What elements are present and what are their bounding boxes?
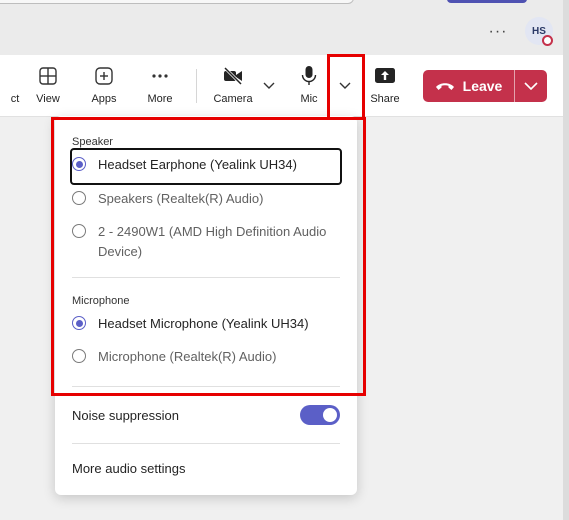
microphone-icon bbox=[298, 65, 320, 87]
highlight-box-chevron bbox=[327, 54, 365, 120]
leave-button[interactable]: Leave bbox=[423, 70, 514, 102]
more-audio-settings-link[interactable]: More audio settings bbox=[72, 461, 185, 476]
noise-suppression-label: Noise suppression bbox=[72, 408, 179, 423]
share-button[interactable]: Share bbox=[359, 65, 411, 105]
more-options-icon[interactable]: ··· bbox=[488, 22, 508, 42]
leave-button-group: Leave bbox=[423, 70, 547, 102]
camera-button[interactable]: Camera bbox=[207, 65, 259, 105]
section-divider bbox=[72, 443, 340, 444]
top-accent-button[interactable] bbox=[447, 0, 527, 3]
more-button[interactable]: More bbox=[134, 65, 186, 105]
mic-label: Mic bbox=[300, 93, 318, 105]
highlight-box-devices bbox=[51, 117, 366, 396]
meeting-toolbar: ct View Apps More Camera Mic Share Leave bbox=[0, 55, 569, 117]
toolbar-divider bbox=[196, 69, 197, 103]
react-icon bbox=[0, 65, 11, 87]
view-button[interactable]: View bbox=[22, 65, 74, 105]
more-label: More bbox=[147, 93, 173, 105]
search-field-edge[interactable] bbox=[0, 0, 354, 4]
camera-label: Camera bbox=[213, 93, 253, 105]
camera-options-chevron-icon[interactable] bbox=[261, 78, 277, 94]
noise-suppression-toggle[interactable] bbox=[300, 405, 340, 425]
react-label: ct bbox=[10, 93, 20, 105]
apps-button[interactable]: Apps bbox=[78, 65, 130, 105]
grid-view-icon bbox=[37, 65, 59, 87]
toggle-knob bbox=[323, 408, 337, 422]
window-edge bbox=[563, 0, 569, 520]
share-label: Share bbox=[370, 93, 400, 105]
camera-off-icon bbox=[222, 65, 244, 87]
apps-label: Apps bbox=[91, 93, 117, 105]
add-app-icon bbox=[93, 65, 115, 87]
hang-up-icon bbox=[435, 78, 455, 94]
leave-options-chevron-icon[interactable] bbox=[515, 70, 547, 102]
share-screen-icon bbox=[374, 65, 396, 87]
presence-status-icon bbox=[542, 35, 553, 46]
more-icon bbox=[149, 65, 171, 87]
view-label: View bbox=[36, 93, 60, 105]
leave-label: Leave bbox=[462, 78, 503, 94]
title-bar: ··· HS bbox=[0, 0, 569, 55]
